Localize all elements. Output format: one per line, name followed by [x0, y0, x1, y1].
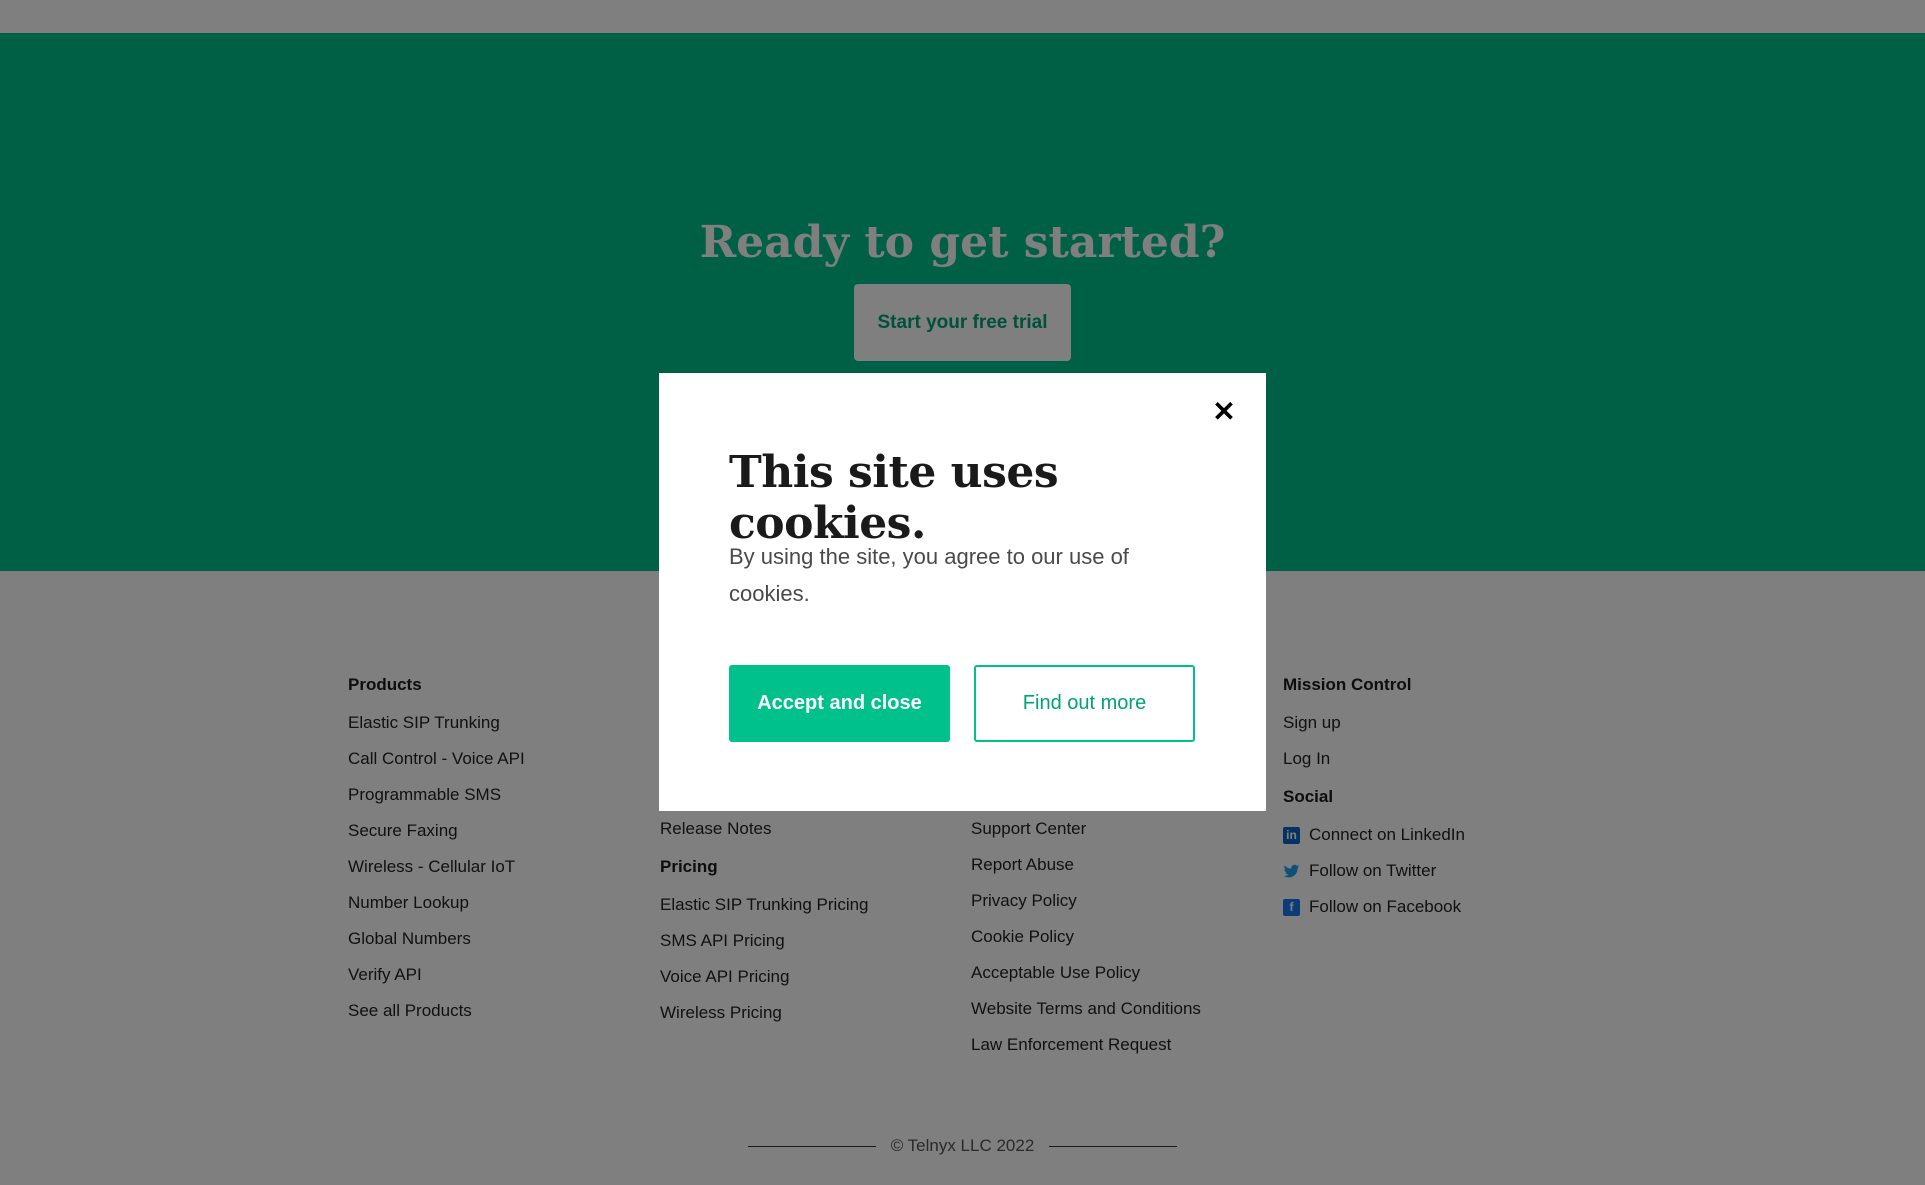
accept-and-close-button[interactable]: Accept and close	[729, 665, 950, 742]
close-icon[interactable]: ✕	[1209, 397, 1239, 427]
cookie-modal-text: By using the site, you agree to our use …	[729, 544, 1129, 606]
cookie-modal-title: This site uses cookies.	[729, 447, 1059, 549]
cookie-modal: ✕ This site uses cookies. By using the s…	[659, 373, 1266, 811]
find-out-more-button[interactable]: Find out more	[974, 665, 1195, 742]
